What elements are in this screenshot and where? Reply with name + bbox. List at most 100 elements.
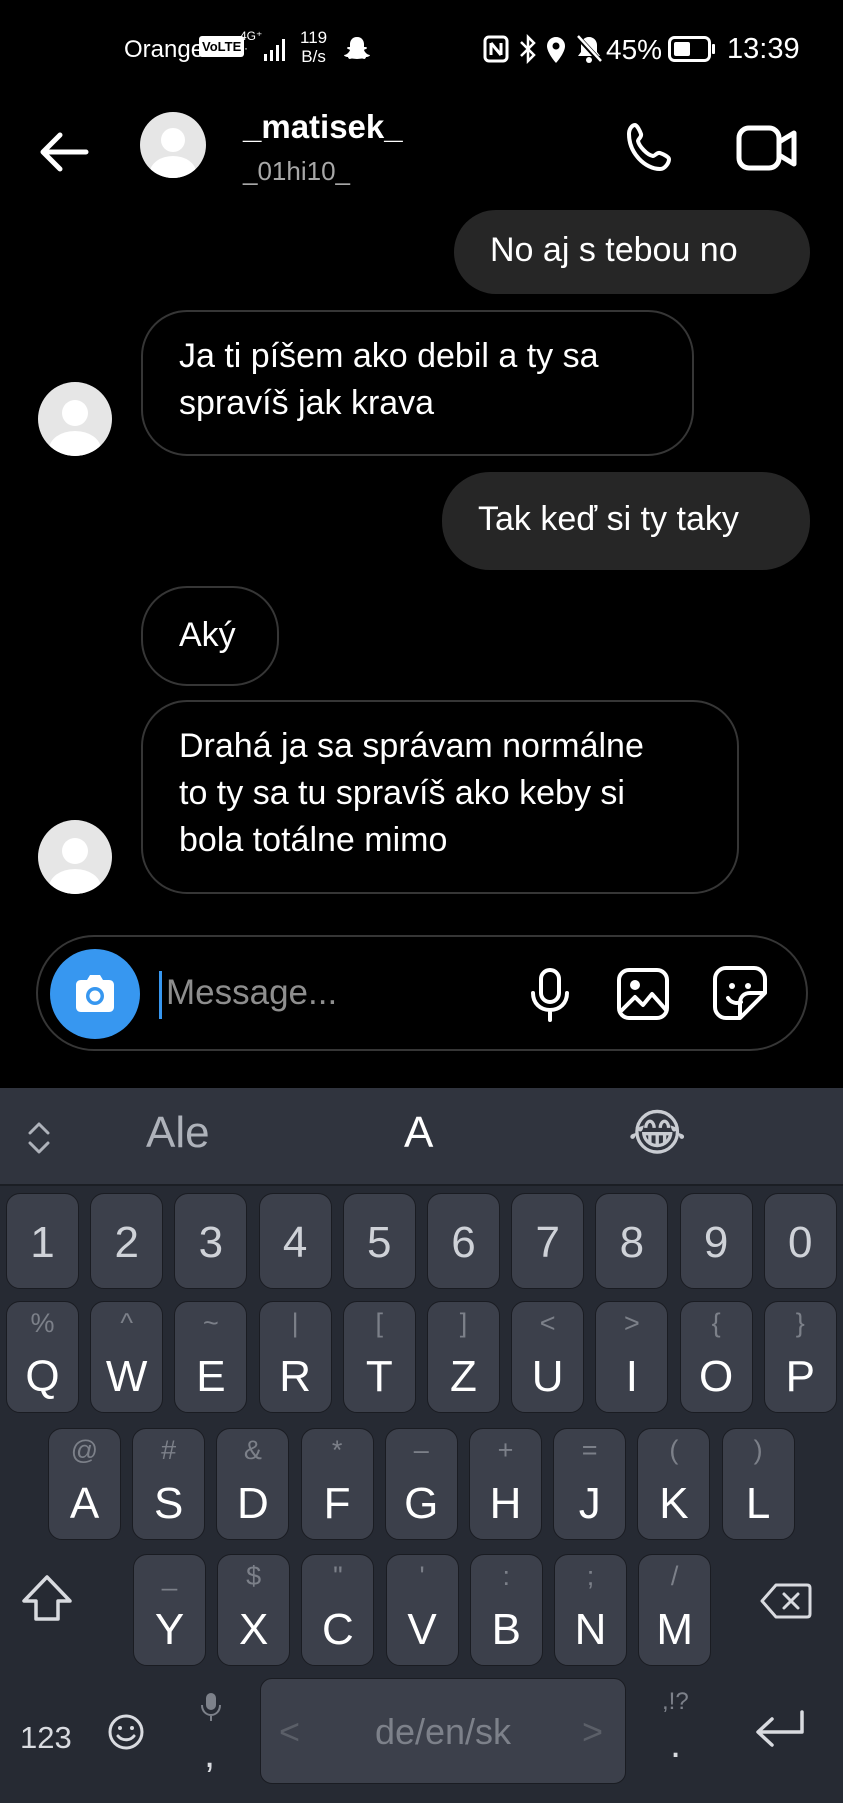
message-incoming[interactable]: Aký bbox=[141, 586, 279, 686]
key-alt-label: : bbox=[502, 1561, 511, 1591]
message-composer bbox=[36, 935, 808, 1051]
key-a[interactable]: @ A bbox=[48, 1428, 121, 1540]
bluetooth-icon bbox=[520, 34, 536, 64]
key-label: X bbox=[239, 1605, 269, 1654]
key-n[interactable]: ; N bbox=[554, 1554, 627, 1666]
key-w[interactable]: ^ W bbox=[90, 1301, 164, 1413]
key-alt-label: { bbox=[711, 1308, 721, 1338]
suggestion-emoji[interactable]: 😂 bbox=[628, 1104, 686, 1162]
key-t[interactable]: [T bbox=[342, 1301, 416, 1413]
gallery-icon[interactable] bbox=[616, 967, 670, 1021]
key-p[interactable]: } P bbox=[763, 1301, 837, 1413]
shift-icon[interactable] bbox=[18, 1573, 76, 1625]
key-label: G bbox=[404, 1479, 439, 1528]
carrier-label: Orange bbox=[124, 36, 205, 63]
net-speed: 119 B/s bbox=[300, 28, 328, 66]
key-8[interactable]: 8 bbox=[595, 1193, 669, 1289]
key-label: 4 bbox=[282, 1218, 308, 1267]
key-alt-label: " bbox=[333, 1561, 343, 1591]
contact-username[interactable]: _01hi10_ bbox=[243, 156, 350, 187]
key-label: E bbox=[196, 1352, 226, 1401]
suggestion-2[interactable]: A bbox=[404, 1108, 433, 1158]
emoji-key-icon[interactable] bbox=[106, 1712, 146, 1752]
key-label: F bbox=[323, 1479, 351, 1528]
key-x[interactable]: $ X bbox=[217, 1554, 291, 1666]
enter-icon[interactable] bbox=[752, 1706, 808, 1752]
key-label: Q bbox=[25, 1352, 60, 1401]
period-key[interactable]: ,!? . bbox=[658, 1688, 698, 1784]
phone-call-icon[interactable] bbox=[622, 120, 678, 176]
key-label: T bbox=[365, 1352, 393, 1401]
message-outgoing[interactable]: No aj s tebou no bbox=[454, 210, 810, 294]
key-k[interactable]: (K bbox=[637, 1428, 711, 1540]
key-i[interactable]: > I bbox=[595, 1301, 669, 1413]
key-alt-label: ^ bbox=[120, 1308, 134, 1338]
message-outgoing[interactable]: Tak keď si ty taky bbox=[442, 472, 810, 570]
key-u[interactable]: < U bbox=[511, 1301, 585, 1413]
message-incoming[interactable]: Ja ti píšem ako debil a ty sa spravíš jak… bbox=[141, 310, 694, 456]
key-r[interactable]: | R bbox=[258, 1301, 332, 1413]
backspace-icon[interactable] bbox=[760, 1582, 812, 1620]
key-g[interactable]: – G bbox=[384, 1428, 458, 1540]
back-arrow-icon[interactable] bbox=[34, 122, 94, 182]
sticker-icon[interactable] bbox=[712, 965, 768, 1021]
symbols-key[interactable]: 123 bbox=[20, 1720, 72, 1756]
key-alt-label: $ bbox=[246, 1561, 262, 1591]
key-s[interactable]: # S bbox=[132, 1428, 206, 1540]
key-alt-label: + bbox=[497, 1435, 514, 1465]
voice-input-icon bbox=[201, 1693, 221, 1721]
key-c[interactable]: " C bbox=[301, 1554, 375, 1666]
key-b[interactable]: :B bbox=[469, 1554, 543, 1666]
key-label: W bbox=[105, 1352, 148, 1401]
key-f[interactable]: * F bbox=[300, 1428, 374, 1540]
key-label: P bbox=[785, 1352, 815, 1401]
comma-key[interactable]: , bbox=[196, 1692, 226, 1782]
microphone-icon[interactable] bbox=[526, 967, 574, 1023]
key-label: J bbox=[578, 1479, 601, 1528]
key-alt-label: = bbox=[581, 1435, 598, 1465]
key-z[interactable]: ] Z bbox=[427, 1301, 500, 1413]
key-6[interactable]: 6 bbox=[427, 1193, 500, 1289]
space-key[interactable]: < de/en/sk > bbox=[260, 1678, 626, 1784]
contact-avatar[interactable] bbox=[140, 112, 206, 178]
key-q[interactable]: % Q bbox=[6, 1301, 79, 1413]
key-d[interactable]: & D bbox=[216, 1428, 290, 1540]
suggestion-bar: Ale A 😂 bbox=[0, 1088, 843, 1186]
key-4[interactable]: 4 bbox=[258, 1193, 332, 1289]
key-1[interactable]: 1 bbox=[6, 1193, 79, 1289]
sender-avatar[interactable] bbox=[38, 820, 112, 894]
expand-toolbar-icon[interactable] bbox=[24, 1118, 54, 1158]
suggestion-1[interactable]: Ale bbox=[146, 1108, 210, 1158]
chat-header: _matisek_ _01hi10_ bbox=[0, 100, 843, 210]
camera-icon bbox=[76, 975, 114, 1012]
key-alt-label: [ bbox=[375, 1308, 384, 1338]
key-v[interactable]: ' V bbox=[385, 1554, 459, 1666]
key-l[interactable]: ) L bbox=[721, 1428, 795, 1540]
video-call-icon[interactable] bbox=[736, 122, 798, 176]
key-label: K bbox=[659, 1479, 689, 1528]
location-icon bbox=[547, 37, 565, 63]
key-5[interactable]: 5 bbox=[342, 1193, 416, 1289]
contact-name[interactable]: _matisek_ bbox=[243, 108, 403, 146]
key-2[interactable]: 2 bbox=[90, 1193, 164, 1289]
key-label: 2 bbox=[114, 1218, 139, 1267]
key-alt-label: @ bbox=[70, 1435, 99, 1465]
key-e[interactable]: ~ E bbox=[174, 1301, 248, 1413]
key-y[interactable]: _ Y bbox=[133, 1554, 206, 1666]
message-incoming[interactable]: Drahá ja sa správam normálne to ty sa tu … bbox=[141, 700, 739, 894]
key-alt-label: * bbox=[331, 1435, 343, 1465]
sender-avatar[interactable] bbox=[38, 382, 112, 456]
key-h[interactable]: + H bbox=[469, 1428, 542, 1540]
key-3[interactable]: 3 bbox=[174, 1193, 248, 1289]
message-input[interactable] bbox=[158, 963, 498, 1023]
key-0[interactable]: 0 bbox=[763, 1193, 837, 1289]
key-9[interactable]: 9 bbox=[679, 1193, 753, 1289]
key-label: Y bbox=[154, 1605, 185, 1654]
key-o[interactable]: {O bbox=[679, 1301, 753, 1413]
key-alt-label: | bbox=[291, 1308, 299, 1338]
camera-button[interactable] bbox=[50, 949, 140, 1039]
key-j[interactable]: = J bbox=[553, 1428, 627, 1540]
keyboard: Ale A 😂 1 2 3 4 5 6 7 8 9 0% Q ^ W ~ E | R[T] Z < U > I{O} P @ A… bbox=[0, 1088, 843, 1803]
key-m[interactable]: / M bbox=[638, 1554, 712, 1666]
key-7[interactable]: 7 bbox=[511, 1193, 585, 1289]
